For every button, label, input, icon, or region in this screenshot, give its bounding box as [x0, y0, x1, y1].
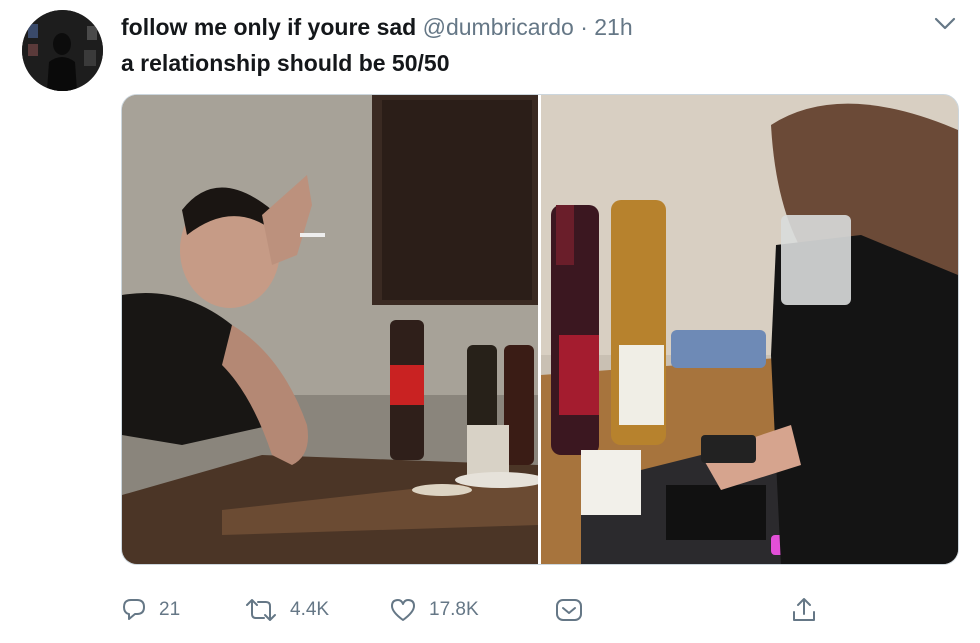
tweet-menu-button[interactable]: [930, 11, 960, 37]
crying-woman-photo: [541, 95, 958, 564]
chevron-down-icon: [934, 17, 956, 30]
retweet-icon: [246, 599, 276, 621]
reply-icon: [123, 599, 145, 620]
author-name[interactable]: follow me only if youre sad: [121, 14, 416, 40]
heart-icon: [391, 599, 415, 621]
retweet-count: 4.4K: [290, 599, 330, 620]
reply-button[interactable]: 21: [121, 592, 180, 628]
like-count: 17.8K: [429, 599, 479, 620]
crying-man-photo: [122, 95, 545, 564]
direct-message-icon: [556, 599, 582, 621]
tweet-actions: 21 4.4K 17.8K: [121, 592, 861, 628]
media-image-right[interactable]: [541, 95, 958, 564]
media-image-left[interactable]: [122, 95, 545, 564]
reply-count: 21: [159, 599, 181, 620]
avatar[interactable]: [22, 10, 103, 91]
avatar-image: [22, 10, 103, 91]
like-button[interactable]: 17.8K: [389, 592, 479, 628]
separator-dot: ·: [580, 14, 588, 40]
direct-message-button[interactable]: [554, 592, 584, 628]
tweet-timestamp[interactable]: 21h: [594, 14, 632, 40]
tweet-header: follow me only if youre sad @dumbricardo…: [121, 12, 633, 42]
tweet-media[interactable]: [121, 94, 959, 565]
tweet-text: a relationship should be 50/50: [121, 50, 450, 76]
author-handle[interactable]: @dumbricardo: [423, 14, 574, 40]
share-icon: [793, 598, 815, 621]
retweet-button[interactable]: 4.4K: [244, 592, 329, 628]
share-button[interactable]: [789, 592, 819, 628]
